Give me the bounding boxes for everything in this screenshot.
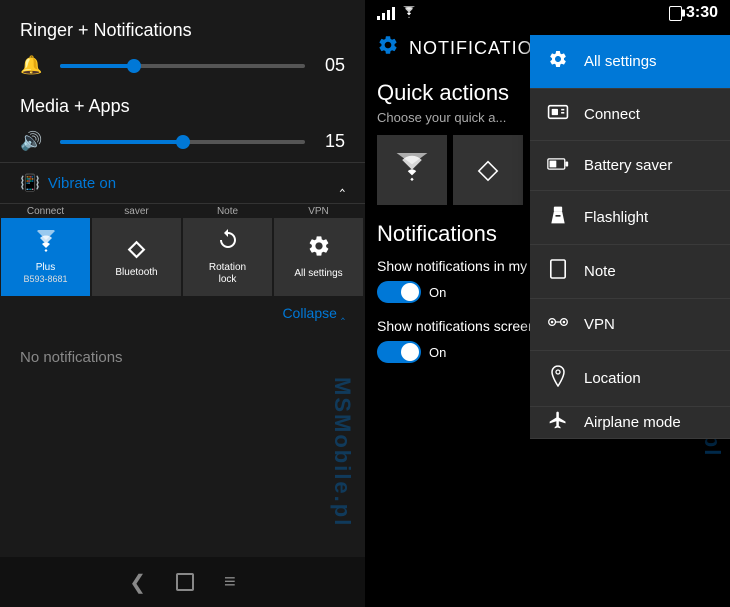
tile-rotation-name: Rotationlock bbox=[209, 262, 246, 286]
ringer-title: Ringer + Notifications bbox=[20, 20, 345, 41]
status-left bbox=[377, 6, 417, 21]
speaker-icon: 🔊 bbox=[20, 131, 50, 152]
signal-bars-icon bbox=[377, 6, 395, 20]
tile-rotation-lock[interactable]: Rotationlock bbox=[182, 217, 273, 297]
menu-connect-icon bbox=[546, 103, 570, 126]
ringer-volume-row: 🔔 05 bbox=[20, 55, 345, 76]
notification-header-title: NOTIFICATIO bbox=[409, 38, 533, 59]
left-panel: Ringer + Notifications 🔔 05 Media + Apps… bbox=[0, 0, 365, 607]
vibrate-icon: 📳 bbox=[20, 173, 40, 193]
rotation-tile-icon bbox=[216, 228, 240, 258]
ringer-slider[interactable] bbox=[60, 64, 305, 68]
menu-airplane-label: Airplane mode bbox=[584, 414, 681, 431]
chevron-up-icon: ‸ bbox=[340, 173, 345, 193]
qa-tile-wifi[interactable] bbox=[377, 135, 447, 205]
tile-connect[interactable]: Plus B593-8681 bbox=[0, 217, 91, 297]
toggle-2-knob bbox=[401, 343, 419, 361]
menu-item-airplane[interactable]: Airplane mode bbox=[530, 407, 730, 439]
menu-item-flashlight[interactable]: Flashlight bbox=[530, 191, 730, 245]
status-time: 3:30 bbox=[686, 4, 718, 22]
bottom-nav-bar-left: ❮ ≡ bbox=[0, 557, 365, 607]
tile-label-2: Note bbox=[182, 206, 273, 217]
media-volume-row: 🔊 15 bbox=[20, 131, 345, 152]
notif-toggle-1-label: On bbox=[429, 285, 446, 300]
back-icon[interactable]: ❮ bbox=[129, 570, 146, 595]
watermark-left: MSMobile.pl bbox=[329, 377, 355, 527]
tile-connect-name: Plus bbox=[36, 262, 55, 274]
status-right: 3:30 bbox=[669, 4, 718, 22]
collapse-row: Collapse ‸ bbox=[0, 297, 365, 329]
collapse-label: Collapse bbox=[282, 305, 336, 321]
vibrate-bar[interactable]: 📳 Vibrate on ‸ bbox=[0, 162, 365, 204]
vibrate-label: 📳 Vibrate on bbox=[20, 173, 116, 193]
menu-all-settings-label: All settings bbox=[584, 53, 657, 70]
quick-tiles-row: Plus B593-8681 ⬦ Bluetooth Rotationlock bbox=[0, 217, 365, 297]
menu-item-connect[interactable]: Connect bbox=[530, 89, 730, 141]
status-bar: 3:30 bbox=[365, 0, 730, 26]
collapse-chevron-icon: ‸ bbox=[341, 306, 345, 320]
tile-connect-sub: B593-8681 bbox=[23, 274, 67, 284]
settings-dropdown-menu: All settings Connect bbox=[530, 35, 730, 439]
media-value: 15 bbox=[315, 131, 345, 152]
wifi-tile-icon bbox=[32, 230, 60, 258]
menu-location-icon bbox=[546, 365, 570, 392]
tile-label-0: Connect bbox=[0, 206, 91, 217]
search-icon[interactable]: ≡ bbox=[224, 571, 236, 594]
vibrate-text: Vibrate on bbox=[48, 175, 116, 192]
qa-wifi-icon bbox=[395, 153, 429, 188]
bluetooth-tile-icon: ⬦ bbox=[128, 235, 145, 263]
tile-bluetooth[interactable]: ⬦ Bluetooth bbox=[91, 217, 182, 297]
menu-item-battery-saver[interactable]: Battery saver bbox=[530, 141, 730, 191]
tile-labels-row: Connect saver Note VPN bbox=[0, 204, 365, 217]
menu-vpn-icon bbox=[546, 313, 570, 336]
qa-bluetooth-icon: ⬦ bbox=[478, 153, 499, 187]
notif-toggle-1[interactable] bbox=[377, 281, 421, 303]
media-section: Media + Apps 🔊 15 bbox=[0, 86, 365, 162]
tile-label-3: VPN bbox=[273, 206, 364, 217]
tile-label-1: saver bbox=[91, 206, 182, 217]
notif-toggle-2-label: On bbox=[429, 345, 446, 360]
media-slider[interactable] bbox=[60, 140, 305, 144]
menu-connect-label: Connect bbox=[584, 106, 640, 123]
menu-note-label: Note bbox=[584, 263, 616, 280]
right-panel: 3:30 NOTIFICATIO Quick actions Choose yo… bbox=[365, 0, 730, 607]
battery-status-icon bbox=[669, 6, 682, 21]
menu-item-note[interactable]: Note bbox=[530, 245, 730, 299]
header-gear-icon[interactable] bbox=[377, 34, 399, 62]
menu-flashlight-label: Flashlight bbox=[584, 209, 648, 226]
no-notifications-text: No notifications bbox=[0, 329, 365, 386]
menu-item-all-settings[interactable]: All settings bbox=[530, 35, 730, 89]
menu-note-icon bbox=[546, 259, 570, 284]
collapse-button[interactable]: Collapse ‸ bbox=[282, 305, 345, 321]
notif-toggle-2[interactable] bbox=[377, 341, 421, 363]
menu-gear-icon bbox=[546, 49, 570, 74]
menu-location-label: Location bbox=[584, 370, 641, 387]
home-icon[interactable] bbox=[176, 573, 194, 591]
tile-allsettings-name: All settings bbox=[294, 268, 342, 280]
tile-bluetooth-name: Bluetooth bbox=[115, 267, 157, 279]
qa-tile-bluetooth[interactable]: ⬦ bbox=[453, 135, 523, 205]
menu-item-vpn[interactable]: VPN bbox=[530, 299, 730, 351]
ringer-value: 05 bbox=[315, 55, 345, 76]
menu-airplane-icon bbox=[546, 410, 570, 435]
menu-item-location[interactable]: Location bbox=[530, 351, 730, 407]
bell-icon: 🔔 bbox=[20, 55, 50, 76]
toggle-1-knob bbox=[401, 283, 419, 301]
status-wifi-icon bbox=[401, 6, 417, 21]
allsettings-tile-icon bbox=[307, 234, 331, 264]
menu-battery-icon bbox=[546, 155, 570, 176]
menu-battery-saver-label: Battery saver bbox=[584, 157, 672, 174]
media-title: Media + Apps bbox=[20, 96, 345, 117]
ringer-section: Ringer + Notifications 🔔 05 bbox=[0, 0, 365, 86]
tile-all-settings[interactable]: All settings bbox=[273, 217, 364, 297]
menu-vpn-label: VPN bbox=[584, 316, 615, 333]
menu-flashlight-icon bbox=[546, 205, 570, 230]
